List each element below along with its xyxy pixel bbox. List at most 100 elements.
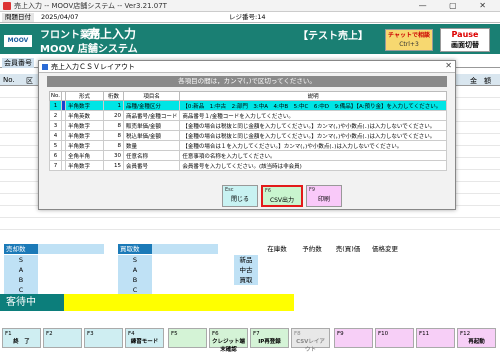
buy-rank-label: S xyxy=(118,255,152,265)
table-row[interactable]: 6 全角半角 30 任意名称 任意事項の名称を入力してください。 xyxy=(49,150,447,161)
fkey-number: F1 xyxy=(5,331,12,337)
row-format: 全角半角 xyxy=(65,150,104,161)
csv-key: F6 xyxy=(265,188,272,194)
csv-layout-table: No. 形式 桁数 項目名 説明 1 半角数字 1 品種/金種区分 【0:新品 1:… xyxy=(49,91,447,171)
row-no: 7 xyxy=(49,160,62,171)
mode-label: 【テスト売上】 xyxy=(298,31,368,42)
sales-rank-label: S xyxy=(4,255,38,265)
row-format: 半角数字 xyxy=(65,130,104,141)
window-titlebar: 売上入力 -- MOOV店舗システム -- Ver3.21.07T — ▢ ✕ xyxy=(0,0,500,12)
stats-col-price: 売(買)価 xyxy=(335,245,361,253)
row-no: 6 xyxy=(49,150,62,161)
col-description: 説明 xyxy=(179,91,447,101)
window-controls[interactable]: — ▢ ✕ xyxy=(419,1,496,10)
row-digits: 20 xyxy=(103,110,124,121)
col-digits: 桁数 xyxy=(103,91,124,101)
fkey-label: 再起動 xyxy=(468,339,485,345)
fkey-f9-button[interactable]: F9 xyxy=(334,328,373,348)
row-description: 会員番号を入力してください。(該当時は非会員) xyxy=(179,160,447,171)
date-value: 2025/04/07 xyxy=(41,13,79,21)
fkey-f3-button[interactable]: F3 xyxy=(84,328,123,348)
fkey-number: F2 xyxy=(46,331,53,337)
dialog-icon xyxy=(42,64,48,70)
row-format: 半角数字 xyxy=(65,100,104,111)
fkey-f5-button[interactable]: F5 xyxy=(168,328,207,348)
moov-logo: MOOV xyxy=(4,35,32,47)
screen-switch-label: 画面切替 xyxy=(451,41,479,49)
fkey-number: F6 xyxy=(212,331,219,337)
csv-label: CSV出力 xyxy=(269,197,295,204)
sales-count-head: 売却数 xyxy=(4,244,38,254)
main-col-amount: 金 額 xyxy=(470,77,491,85)
buy-rank-label: A xyxy=(118,265,152,275)
row-description: 【金種の場合は税抜と同じ金額を入力してください。】カンマ(，)や小数点(．)は入… xyxy=(179,120,447,131)
row-digits: 8 xyxy=(103,140,124,151)
date-label: 問題日付 xyxy=(2,13,34,22)
fkey-f8-csv-layout-button[interactable]: F8 CSVレイアウト xyxy=(291,328,330,353)
fkey-number: F4 xyxy=(128,331,135,337)
fkey-label: 終 了 xyxy=(13,339,30,345)
row-digits: 8 xyxy=(103,120,124,131)
stats-row-new: 新品 xyxy=(234,255,258,265)
row-no: 1 xyxy=(49,100,62,111)
fkey-f2-button[interactable]: F2 xyxy=(43,328,82,348)
row-format: 半角数字 xyxy=(65,140,104,151)
row-description: 商品番号１/金種コードを入力してください。 xyxy=(179,110,447,121)
fkey-f10-button[interactable]: F10 xyxy=(375,328,414,348)
row-item-name: 販売単価/金額 xyxy=(122,120,181,131)
info-bar: 問題日付 2025/04/07 レジ番号:14 xyxy=(0,12,500,23)
fkey-number: F3 xyxy=(87,331,94,337)
table-row[interactable]: 3 半角数字 8 販売単価/金額 【金種の場合は税抜と同じ金額を入力してください。】… xyxy=(49,120,447,131)
table-row[interactable]: 4 半角数字 8 税込単価/金額 【金種の場合は税抜と同じ金額を入力してください。】… xyxy=(49,130,447,141)
print-button[interactable]: F9 印刷 xyxy=(306,185,342,207)
fkey-f1-exit-button[interactable]: F1 終 了 xyxy=(2,328,41,348)
fkey-label: 練習モード xyxy=(130,339,159,345)
pause-screen-switch-button[interactable]: Pause 画面切替 xyxy=(440,28,490,52)
table-row[interactable]: 2 半角英数 20 商品番号/金種コード 商品番号１/金種コードを入力してください。 xyxy=(49,110,447,121)
row-description: 【金種の場合は税抜と同じ金額を入力してください。】カンマ(，)や小数点(．)は入… xyxy=(179,130,447,141)
stats-col-stock: 在庫数 xyxy=(267,245,287,253)
row-description: 任意事項の名称を入力してください。 xyxy=(179,150,447,161)
dialog-close-icon[interactable]: ✕ xyxy=(445,61,452,70)
col-item-name: 項目名 xyxy=(122,91,181,101)
row-item-name: 商品番号/金種コード xyxy=(122,110,181,121)
fkey-f4-practice-mode-button[interactable]: F4 練習モード xyxy=(125,328,164,348)
row-digits: 15 xyxy=(103,160,124,171)
window-title: 売上入力 -- MOOV店舗システム -- Ver3.21.07T xyxy=(14,2,167,10)
buy-count-head: 買取数 xyxy=(118,244,152,254)
print-label: 印刷 xyxy=(317,196,330,203)
row-description: 【0:新品 1:中古 2:部門 3:中A 4:中B 5:中C 6:中D 9:備品… xyxy=(179,100,447,111)
row-digits: 30 xyxy=(103,150,124,161)
row-item-name: 品種/金種区分 xyxy=(122,100,181,111)
table-row[interactable]: 5 半角数字 8 数量 【金種の場合は１を入力してください。】カンマ(，)や小数点(… xyxy=(49,140,447,151)
fkey-number: F12 xyxy=(460,331,471,337)
csv-export-button[interactable]: F6 CSV出力 xyxy=(261,185,303,207)
table-row[interactable]: 7 半角数字 15 会員番号 会員番号を入力してください。(該当時は非会員) xyxy=(49,160,447,171)
system-name: MOOV 店舗システム xyxy=(40,44,138,55)
row-digits: 8 xyxy=(103,130,124,141)
fkey-f11-button[interactable]: F11 xyxy=(416,328,455,348)
chat-consult-button[interactable]: チャットで相談 Ctrl+3 xyxy=(385,29,433,51)
table-row[interactable]: 1 半角数字 1 品種/金種区分 【0:新品 1:中古 2:部門 3:中A 4:中B… xyxy=(49,100,447,111)
close-label: 閉じる xyxy=(230,196,249,203)
stats-col-reserved: 予約数 xyxy=(302,245,322,253)
chat-button-label: チャットで相談 xyxy=(388,32,430,39)
fkey-f12-restart-button[interactable]: F12 再起動 xyxy=(457,328,496,348)
fkey-label: IP再登録 xyxy=(258,339,281,345)
dialog-close-button[interactable]: Esc 閉じる xyxy=(222,185,258,207)
row-item-name: 税込単価/金額 xyxy=(122,130,181,141)
stats-row-used: 中古 xyxy=(234,265,258,275)
chat-button-key: Ctrl+3 xyxy=(399,41,419,48)
fkey-number: F10 xyxy=(378,331,389,337)
fkey-number: F5 xyxy=(171,331,178,337)
fkey-number: F8 xyxy=(294,331,301,337)
col-no: No. xyxy=(49,91,62,101)
fkey-f6-credit-terminal-button[interactable]: F6 クレジット端末確認 xyxy=(209,328,248,353)
row-item-name: 任意名称 xyxy=(122,150,181,161)
row-format: 半角数字 xyxy=(65,160,104,171)
csv-layout-dialog: 売上入力ＣＳＶレイアウト ✕ 各項目の間は，カンマ(，)で区切ってください。 N… xyxy=(38,60,456,210)
fkey-f7-ip-register-button[interactable]: F7 IP再登録 xyxy=(250,328,289,348)
register-number: レジ番号:14 xyxy=(229,13,266,21)
row-digits: 1 xyxy=(103,100,124,111)
status-message-bar xyxy=(64,294,294,311)
